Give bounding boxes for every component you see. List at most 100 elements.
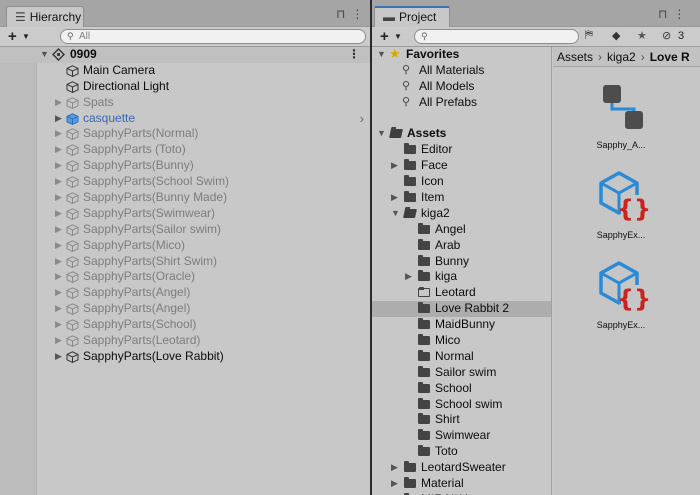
asset-tile[interactable]: Sapphy_A... — [571, 77, 671, 150]
add-icon[interactable]: + — [8, 28, 17, 45]
hierarchy-search-input[interactable]: ⚲ All — [60, 29, 366, 44]
hierarchy-item[interactable]: ▶ casquette › — [0, 111, 370, 127]
gameobject-icon — [66, 96, 79, 109]
hierarchy-item[interactable]: Directional Light — [0, 79, 370, 95]
svg-text:{}: {} — [617, 285, 651, 313]
dropdown-arrow-icon[interactable]: ▼ — [22, 32, 30, 41]
expand-right-icon[interactable]: ▶ — [55, 222, 62, 238]
expand-right-icon[interactable]: ▶ — [55, 174, 62, 190]
folder-row[interactable]: ▶ Item — [372, 190, 551, 206]
hierarchy-item[interactable]: ▶ Spats — [0, 95, 370, 111]
folder-row[interactable]: Bunny — [372, 254, 551, 270]
favorite-item[interactable]: ⚲ All Models — [372, 79, 551, 95]
expand-right-icon[interactable]: ▶ — [55, 111, 62, 127]
folder-row[interactable]: Mico — [372, 333, 551, 349]
folder-row[interactable]: Toto — [372, 444, 551, 460]
hierarchy-item[interactable]: ▶ SapphyParts(Normal) — [0, 126, 370, 142]
favorite-star-icon[interactable]: ★ — [637, 29, 647, 42]
expand-right-icon[interactable]: ▶ — [55, 301, 62, 317]
expand-right-icon[interactable]: ▶ — [55, 317, 62, 333]
hierarchy-item[interactable]: ▶ SapphyParts(School) — [0, 317, 370, 333]
favorite-item[interactable]: ⚲ All Materials — [372, 63, 551, 79]
expand-down-icon[interactable]: ▼ — [377, 126, 386, 142]
expand-right-icon[interactable]: ▶ — [405, 269, 412, 285]
expand-right-icon[interactable]: ▶ — [55, 95, 62, 111]
expand-down-icon[interactable]: ▼ — [391, 206, 400, 222]
expand-right-icon[interactable]: ▶ — [391, 158, 398, 174]
folder-row[interactable]: ▼ kiga2 — [372, 206, 551, 222]
folder-row[interactable]: MaidBunny — [372, 317, 551, 333]
expand-down-icon[interactable]: ▼ — [377, 47, 386, 63]
hierarchy-item[interactable]: ▶ SapphyParts(Oracle) — [0, 269, 370, 285]
hidden-packages-icon[interactable]: ⊘ — [662, 29, 671, 42]
folder-row[interactable]: School swim — [372, 397, 551, 413]
lock-icon[interactable]: ⊓ — [336, 7, 351, 21]
hierarchy-item[interactable]: Main Camera — [0, 63, 370, 79]
folder-row[interactable]: ▶ kiga — [372, 269, 551, 285]
expand-right-icon[interactable]: ▶ — [391, 190, 398, 206]
lock-icon[interactable]: ⊓ — [658, 7, 673, 21]
project-search-input[interactable]: ⚲ — [414, 29, 579, 44]
folder-row[interactable]: Icon — [372, 174, 551, 190]
hierarchy-item[interactable]: ▶ SapphyParts (Toto) — [0, 142, 370, 158]
tab-project[interactable]: ▬ Project — [374, 6, 450, 27]
folder-row[interactable]: Sailor swim — [372, 365, 551, 381]
folder-row[interactable]: ▶ LeotardSweater — [372, 460, 551, 476]
scene-menu-icon[interactable]: ⋮ — [348, 47, 360, 63]
hierarchy-item[interactable]: ▶ SapphyParts(Sailor swim) — [0, 222, 370, 238]
folder-row[interactable]: School — [372, 381, 551, 397]
expand-right-icon[interactable]: ▶ — [55, 269, 62, 285]
expand-right-icon[interactable]: ▶ — [391, 460, 398, 476]
expand-right-icon[interactable]: ▶ — [55, 206, 62, 222]
create-icon[interactable]: + — [380, 28, 389, 45]
hierarchy-item[interactable]: ▶ SapphyParts(Swimwear) — [0, 206, 370, 222]
hierarchy-item[interactable]: ▶ SapphyParts(School Swim) — [0, 174, 370, 190]
breadcrumb-assets[interactable]: Assets — [557, 50, 593, 64]
expand-right-icon[interactable]: ▶ — [55, 254, 62, 270]
scene-row[interactable]: ▼ 0909 ⋮ — [0, 47, 370, 63]
folder-row[interactable]: Normal — [372, 349, 551, 365]
hierarchy-item[interactable]: ▶ SapphyParts(Angel) — [0, 301, 370, 317]
hierarchy-item[interactable]: ▶ SapphyParts(Bunny Made) — [0, 190, 370, 206]
folder-row[interactable]: Shirt — [372, 412, 551, 428]
expand-right-icon[interactable]: ▶ — [55, 349, 62, 365]
hierarchy-item[interactable]: ▶ SapphyParts(Mico) — [0, 238, 370, 254]
folder-row[interactable]: ▶ Material — [372, 476, 551, 492]
asset-tile[interactable]: {} SapphyEx... — [571, 257, 671, 330]
hierarchy-item[interactable]: ▶ SapphyParts(Love Rabbit) — [0, 349, 370, 365]
favorite-item[interactable]: ⚲ All Prefabs — [372, 95, 551, 111]
expand-right-icon[interactable]: ▶ — [391, 476, 398, 492]
expand-right-icon[interactable]: ▶ — [55, 142, 62, 158]
expand-right-icon[interactable]: ▶ — [55, 190, 62, 206]
search-by-type-icon[interactable]: ⛿ — [585, 29, 593, 42]
folder-row[interactable]: ▼ Assets — [372, 126, 551, 142]
expand-right-icon[interactable]: ▶ — [55, 158, 62, 174]
folder-row[interactable]: Leotard — [372, 285, 551, 301]
folder-row[interactable]: ▶ Face — [372, 158, 551, 174]
expand-right-icon[interactable]: ▶ — [55, 126, 62, 142]
kebab-menu-icon[interactable]: ⋮ — [351, 7, 369, 21]
hierarchy-item[interactable]: ▶ SapphyParts(Leotard) — [0, 333, 370, 349]
asset-tile[interactable]: {} SapphyEx... — [571, 167, 671, 240]
folder-row[interactable]: Swimwear — [372, 428, 551, 444]
folder-icon — [418, 397, 430, 409]
tab-hierarchy[interactable]: ☰ Hierarchy — [6, 6, 84, 27]
search-by-label-icon[interactable]: ◆ — [612, 29, 620, 42]
breadcrumb-current[interactable]: Love R — [650, 50, 690, 64]
favorites-row[interactable]: ▼ ★ Favorites — [372, 46, 551, 63]
breadcrumb-kiga2[interactable]: kiga2 — [607, 50, 636, 64]
expand-down-icon[interactable]: ▼ — [40, 47, 49, 63]
prefab-open-chevron-icon[interactable]: › — [360, 111, 364, 127]
expand-right-icon[interactable]: ▶ — [55, 333, 62, 349]
hierarchy-item[interactable]: ▶ SapphyParts(Bunny) — [0, 158, 370, 174]
hierarchy-item[interactable]: ▶ SapphyParts(Shirt Swim) — [0, 254, 370, 270]
folder-row[interactable]: Love Rabbit 2 — [372, 301, 551, 318]
folder-row[interactable]: Arab — [372, 238, 551, 254]
dropdown-arrow-icon[interactable]: ▼ — [394, 32, 402, 41]
expand-right-icon[interactable]: ▶ — [55, 285, 62, 301]
folder-row[interactable]: Angel — [372, 222, 551, 238]
folder-row[interactable]: Editor — [372, 142, 551, 158]
hierarchy-item[interactable]: ▶ SapphyParts(Angel) — [0, 285, 370, 301]
kebab-menu-icon[interactable]: ⋮ — [673, 7, 691, 21]
expand-right-icon[interactable]: ▶ — [55, 238, 62, 254]
